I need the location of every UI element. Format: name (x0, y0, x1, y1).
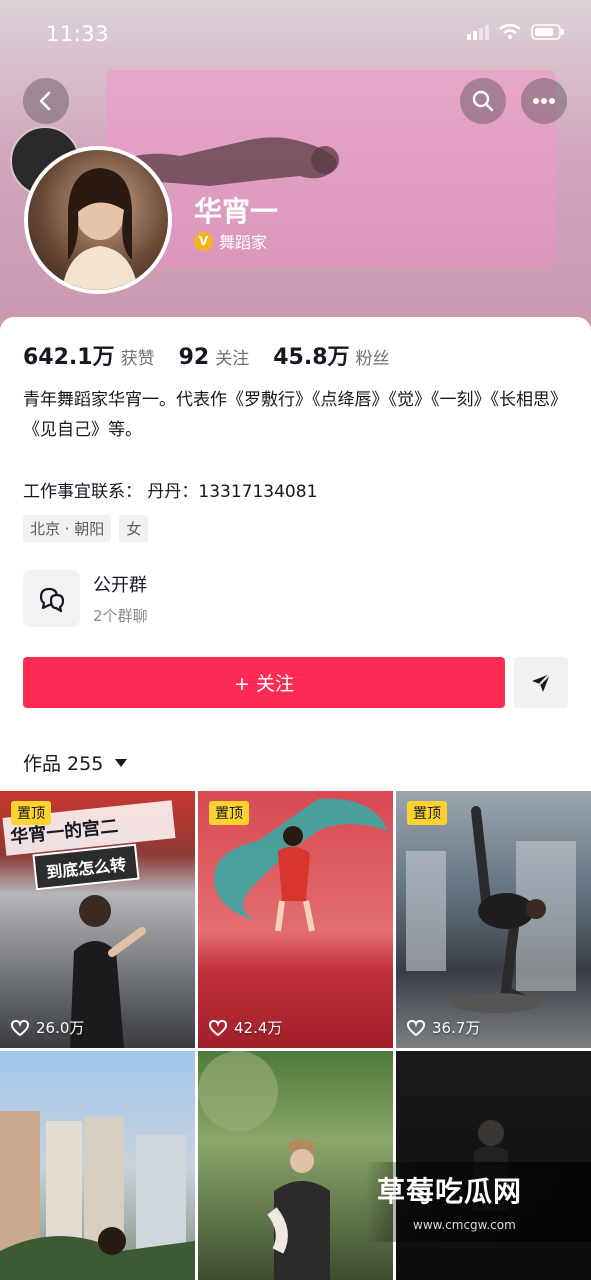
watermark: 草莓吃瓜网 www.cmcgw.com (365, 1162, 591, 1242)
heart-icon (209, 1019, 227, 1036)
video-tile[interactable]: 置顶 42.4万 (198, 791, 393, 1048)
likes-value: 26.0万 (36, 1019, 85, 1037)
avatar[interactable] (24, 146, 172, 294)
back-button[interactable] (23, 78, 69, 124)
stat-label: 获赞 (120, 349, 155, 369)
likes-count: 42.4万 (209, 1017, 282, 1038)
watermark-title: 草莓吃瓜网 (377, 1175, 523, 1208)
group-subtitle: 2个群聊 (93, 607, 148, 625)
public-group-entry[interactable]: 公开群 2个群聊 (23, 570, 148, 627)
works-tab[interactable]: 作品 255 (23, 749, 128, 776)
stat-likes[interactable]: 642.1万 获赞 (23, 339, 155, 371)
video-tile[interactable]: 置顶 36.7万 (396, 791, 591, 1048)
status-time: 11:33 (46, 22, 110, 46)
likes-value: 36.7万 (432, 1019, 481, 1037)
likes-count: 36.7万 (407, 1017, 480, 1038)
video-figure (0, 1111, 195, 1280)
verified-label: 舞蹈家 (219, 233, 268, 252)
video-tile[interactable]: 华宵一的宫二 到底怎么转 置顶 26.0万 (0, 791, 195, 1048)
battery-icon (531, 24, 564, 40)
group-title: 公开群 (93, 575, 147, 596)
verified-badge-icon: V (194, 231, 213, 251)
stat-value: 45.8万 (273, 345, 350, 370)
video-figure (406, 806, 576, 1013)
likes-value: 42.4万 (234, 1019, 283, 1037)
profile-bio: 青年舞蹈家华宵一。代表作《罗敷行》《点绛唇》《觉》《一刻》《长相思》《见自己》等… (23, 390, 567, 440)
heart-icon (11, 1019, 29, 1036)
profile-name: 华宵一 (194, 195, 279, 228)
stat-value: 642.1万 (23, 345, 115, 370)
verified-row: V 舞蹈家 (194, 229, 267, 253)
more-button[interactable] (521, 78, 567, 124)
search-button[interactable] (460, 78, 506, 124)
signal-icon (467, 25, 489, 40)
stat-label: 关注 (215, 349, 250, 369)
profile-stats: 642.1万 获赞 92 关注 45.8万 粉丝 (23, 339, 390, 371)
share-button[interactable] (514, 657, 568, 708)
stat-label: 粉丝 (355, 349, 390, 369)
stat-following[interactable]: 92 关注 (179, 344, 250, 370)
profile-tags: 北京 · 朝阳 女 (23, 515, 149, 542)
pinned-badge: 置顶 (407, 801, 447, 825)
pinned-badge: 置顶 (209, 801, 249, 825)
follow-button[interactable]: + 关注 (23, 657, 505, 708)
status-bar: 11:33 (0, 0, 591, 70)
gender-tag: 女 (119, 515, 149, 542)
video-tile[interactable] (0, 1051, 195, 1280)
share-icon (532, 672, 551, 692)
profile-card: 642.1万 获赞 92 关注 45.8万 粉丝 青年舞蹈家华宵一。代表作《罗敷… (0, 317, 591, 1280)
stat-value: 92 (178, 345, 210, 370)
group-chat-icon (23, 570, 80, 627)
profile-contact: 工作事宜联系： 丹丹：13317134081 (23, 482, 318, 502)
video-figure (198, 1051, 330, 1280)
location-tag[interactable]: 北京 · 朝阳 (23, 515, 112, 542)
works-label: 作品 255 (23, 753, 104, 775)
avatar-portrait (62, 168, 138, 290)
likes-count: 26.0万 (11, 1017, 84, 1038)
more-icon (533, 98, 555, 104)
watermark-url: www.cmcgw.com (413, 1218, 516, 1232)
status-icons (467, 24, 565, 40)
wifi-icon (499, 24, 521, 40)
pinned-badge: 置顶 (11, 801, 51, 825)
video-tile[interactable] (198, 1051, 393, 1280)
back-icon (39, 91, 51, 111)
heart-icon (407, 1019, 425, 1036)
dropdown-triangle-icon (115, 758, 128, 767)
group-text: 公开群 2个群聊 (93, 571, 148, 626)
search-icon (472, 90, 494, 112)
stat-followers[interactable]: 45.8万 粉丝 (273, 339, 389, 371)
